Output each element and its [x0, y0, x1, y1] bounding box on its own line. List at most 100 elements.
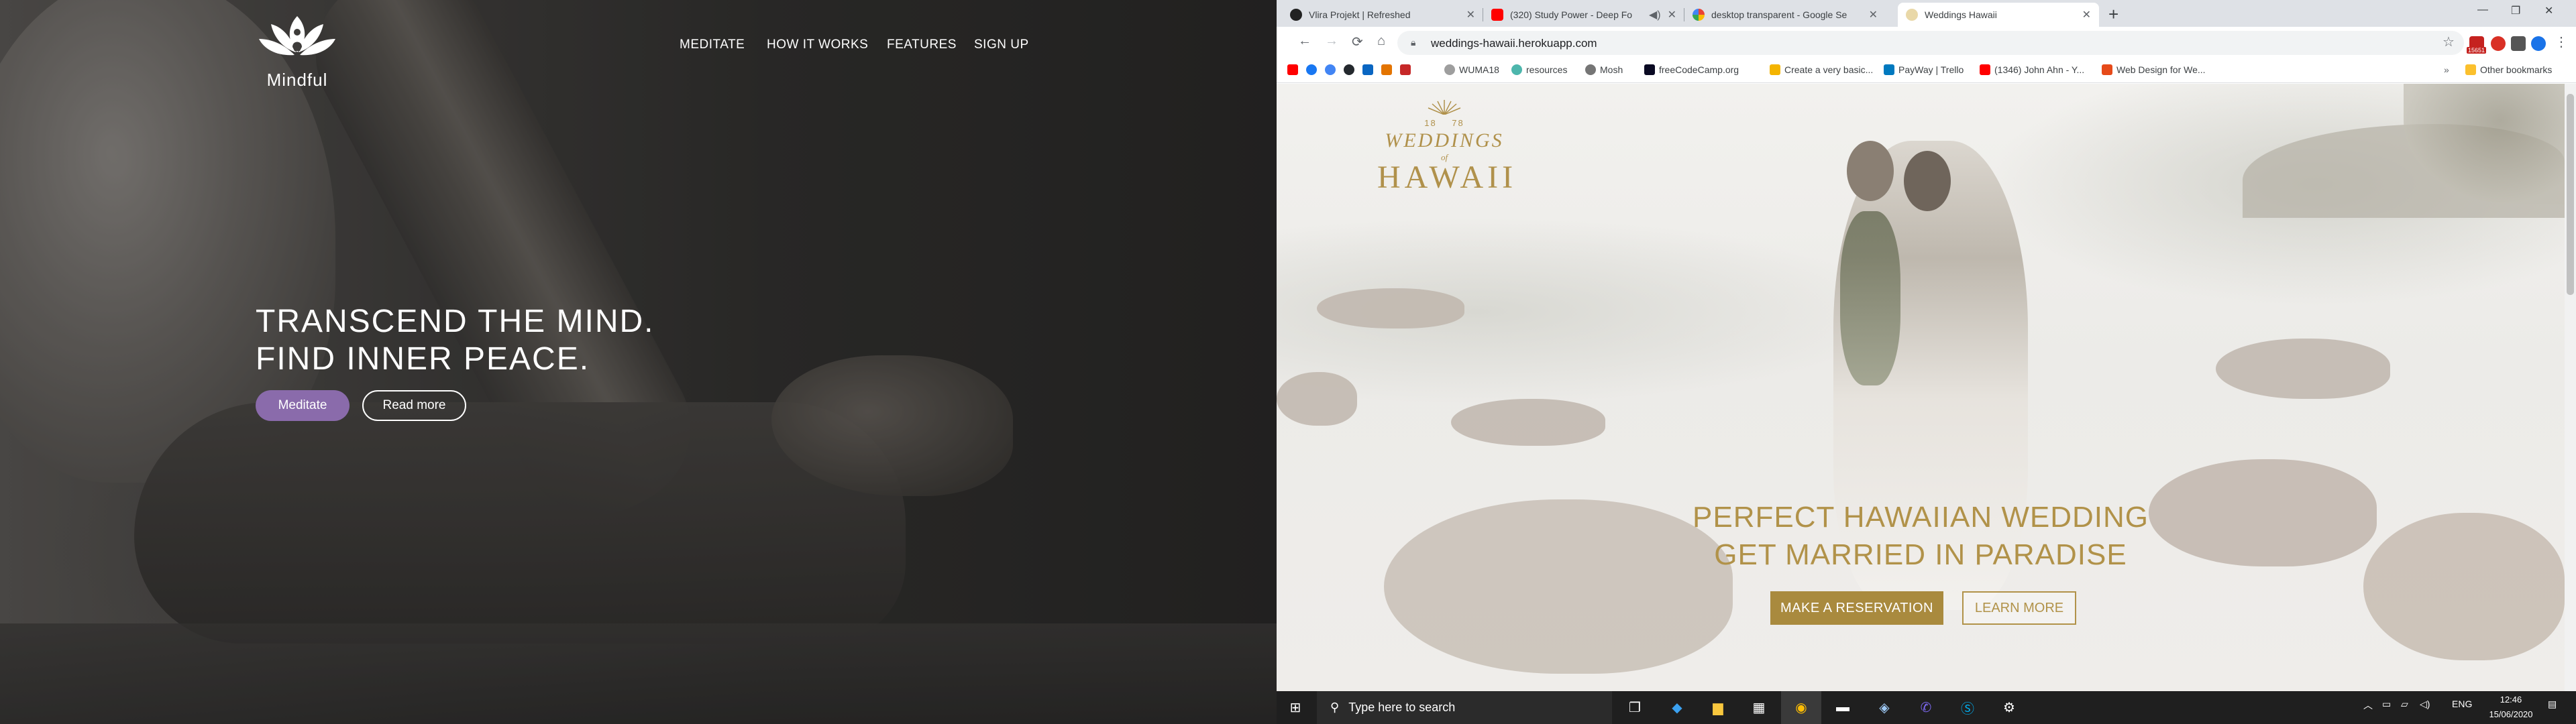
- nav-features[interactable]: FEATURES: [887, 38, 957, 52]
- bookmark-resources[interactable]: resources: [1511, 64, 1567, 75]
- tab-title: Weddings Hawaii: [1925, 9, 1997, 20]
- groom-photo: [1847, 141, 1894, 201]
- lock-icon[interactable]: 🔒︎: [1411, 37, 1415, 48]
- bookmark-freecodecamp[interactable]: freeCodeCamp.org: [1644, 64, 1739, 75]
- maximize-button[interactable]: ❐: [2511, 4, 2520, 17]
- bookmark-youtube[interactable]: [1287, 64, 1302, 75]
- bookmark-web-design[interactable]: Web Design for We...: [2102, 64, 2206, 75]
- viber-icon[interactable]: ✆: [1917, 698, 1935, 717]
- forward-icon[interactable]: →: [1325, 34, 1338, 49]
- menu-kebab-icon[interactable]: ⋮: [2555, 34, 2568, 50]
- bookmark-mosh[interactable]: Mosh: [1585, 64, 1623, 75]
- task-view-icon[interactable]: ❐: [1625, 698, 1644, 717]
- bookmark-facebook[interactable]: [1306, 64, 1321, 75]
- speaker-icon[interactable]: ◀): [1649, 8, 1661, 21]
- google-icon: [1693, 9, 1705, 21]
- bookmark-trello[interactable]: PayWay | Trello: [1884, 64, 1964, 75]
- language-indicator[interactable]: ENG: [2452, 699, 2472, 709]
- weddings-icon: [1906, 9, 1918, 21]
- bookmark-star-icon[interactable]: ☆: [2443, 34, 2455, 50]
- taskbar-search[interactable]: ⚲ Type here to search: [1317, 691, 1612, 724]
- bookmarks-overflow[interactable]: »: [2444, 64, 2449, 75]
- vlira-icon: [1290, 9, 1302, 21]
- profile-avatar[interactable]: [2531, 36, 2546, 51]
- bookmark-linkedin[interactable]: [1362, 64, 1377, 75]
- make-reservation-button[interactable]: MAKE A RESERVATION: [1770, 591, 1943, 625]
- bookmark-wuma18[interactable]: WUMA18: [1444, 64, 1499, 75]
- window-close-button[interactable]: ✕: [2544, 4, 2553, 17]
- volume-icon[interactable]: ◁): [2420, 699, 2430, 710]
- flower-lei: [1840, 211, 1900, 385]
- nav-meditate[interactable]: MEDITATE: [680, 38, 745, 52]
- close-icon[interactable]: ✕: [1668, 8, 1676, 21]
- learn-more-button[interactable]: LEARN MORE: [1962, 591, 2076, 625]
- tray-chevron-icon[interactable]: ︿: [2363, 699, 2373, 712]
- palm-fan-icon: [1428, 100, 1461, 115]
- nav-sign-up[interactable]: SIGN UP: [974, 38, 1029, 52]
- bookmark-label: PayWay | Trello: [1898, 64, 1964, 75]
- bookmark-label: Web Design for We...: [2116, 64, 2206, 75]
- app-icon[interactable]: ◈: [1875, 698, 1894, 717]
- reload-icon[interactable]: ⟳: [1352, 34, 1363, 50]
- home-icon[interactable]: ⌂: [1377, 34, 1385, 49]
- bookmark-label: freeCodeCamp.org: [1659, 64, 1739, 75]
- hero-line-1: TRANSCEND THE MIND.: [256, 304, 655, 339]
- calculator-icon[interactable]: ▦: [1750, 698, 1768, 717]
- tab-title: Vlira Projekt | Refreshed: [1309, 9, 1411, 20]
- clock-date: 15/06/2020: [2489, 709, 2533, 719]
- hero-line-1: PERFECT HAWAIIAN WEDDING: [1693, 501, 2149, 534]
- read-more-button[interactable]: Read more: [362, 390, 466, 421]
- minimize-button[interactable]: —: [2477, 4, 2488, 16]
- close-icon[interactable]: ✕: [2082, 8, 2091, 21]
- tab-vlira[interactable]: Vlira Projekt | Refreshed ✕: [1282, 3, 1483, 27]
- notifications-icon[interactable]: ▤: [2548, 699, 2557, 710]
- tab-google[interactable]: desktop transparent - Google Se ✕: [1684, 3, 1886, 27]
- logo-text: Mindful: [266, 70, 328, 90]
- other-bookmarks[interactable]: Other bookmarks: [2465, 64, 2552, 75]
- clock[interactable]: 12:46 15/06/2020: [2484, 692, 2538, 722]
- vscode-icon[interactable]: ◆: [1668, 698, 1686, 717]
- extension-icon-1[interactable]: [2491, 36, 2506, 51]
- bookmark-label: Other bookmarks: [2480, 64, 2553, 75]
- search-placeholder: Type here to search: [1348, 701, 1456, 714]
- chrome-window: Vlira Projekt | Refreshed ✕ (320) Study …: [1277, 0, 2576, 724]
- rock: [1451, 399, 1605, 446]
- youtube-icon: [1491, 9, 1503, 21]
- chrome-icon[interactable]: ◉: [1792, 698, 1811, 717]
- dual-monitor-desktop: Mindful MEDITATE HOW IT WORKS FEATURES S…: [0, 0, 2576, 724]
- bookmark-create-basic[interactable]: Create a very basic...: [1770, 64, 1873, 75]
- bookmark-john-ahn[interactable]: (1346) John Ahn - Y...: [1980, 64, 2084, 75]
- bookmark-icon-a[interactable]: [1381, 64, 1396, 75]
- weddings-of-hawaii-logo[interactable]: 18 78 WEDDINGS of HAWAII: [1377, 97, 1513, 194]
- tab-weddings-hawaii[interactable]: Weddings Hawaii ✕: [1898, 3, 2099, 27]
- meditate-button[interactable]: Meditate: [256, 390, 350, 421]
- extension-icon-2[interactable]: [2511, 36, 2526, 51]
- terminal-icon[interactable]: ▬: [1833, 698, 1852, 717]
- file-explorer-icon[interactable]: ▆: [1709, 698, 1727, 717]
- bookmark-github[interactable]: [1344, 64, 1358, 75]
- bookmark-google[interactable]: [1325, 64, 1340, 75]
- rock: [1317, 288, 1464, 328]
- windows-start-icon[interactable]: ⊞: [1286, 698, 1305, 717]
- close-icon[interactable]: ✕: [1466, 8, 1475, 21]
- hero-line-2: GET MARRIED IN PARADISE: [1714, 538, 2127, 571]
- url-text[interactable]: weddings-hawaii.herokuapp.com: [1431, 37, 1597, 50]
- skype-icon[interactable]: Ⓢ: [1958, 698, 1977, 717]
- bookmark-label: Create a very basic...: [1784, 64, 1874, 75]
- rock: [2363, 513, 2565, 660]
- rock: [1277, 372, 1357, 426]
- back-icon[interactable]: ←: [1298, 34, 1311, 49]
- nav-how-it-works[interactable]: HOW IT WORKS: [767, 38, 868, 52]
- battery-icon[interactable]: ▭: [2382, 699, 2391, 710]
- mindful-logo[interactable]: Mindful: [257, 13, 337, 90]
- tab-youtube[interactable]: (320) Study Power - Deep Fo ◀) ✕: [1483, 3, 1684, 27]
- scrollbar-thumb[interactable]: [2567, 94, 2574, 295]
- close-icon[interactable]: ✕: [1869, 8, 1878, 21]
- rock: [2216, 339, 2390, 399]
- settings-gear-icon[interactable]: ⚙: [2000, 698, 2019, 717]
- network-icon[interactable]: ▱: [2401, 699, 2408, 710]
- bookmark-label: WUMA18: [1459, 64, 1499, 75]
- new-tab-button[interactable]: +: [2108, 4, 2118, 25]
- mindful-website: Mindful MEDITATE HOW IT WORKS FEATURES S…: [0, 0, 1277, 724]
- bookmark-icon-b[interactable]: [1400, 64, 1415, 75]
